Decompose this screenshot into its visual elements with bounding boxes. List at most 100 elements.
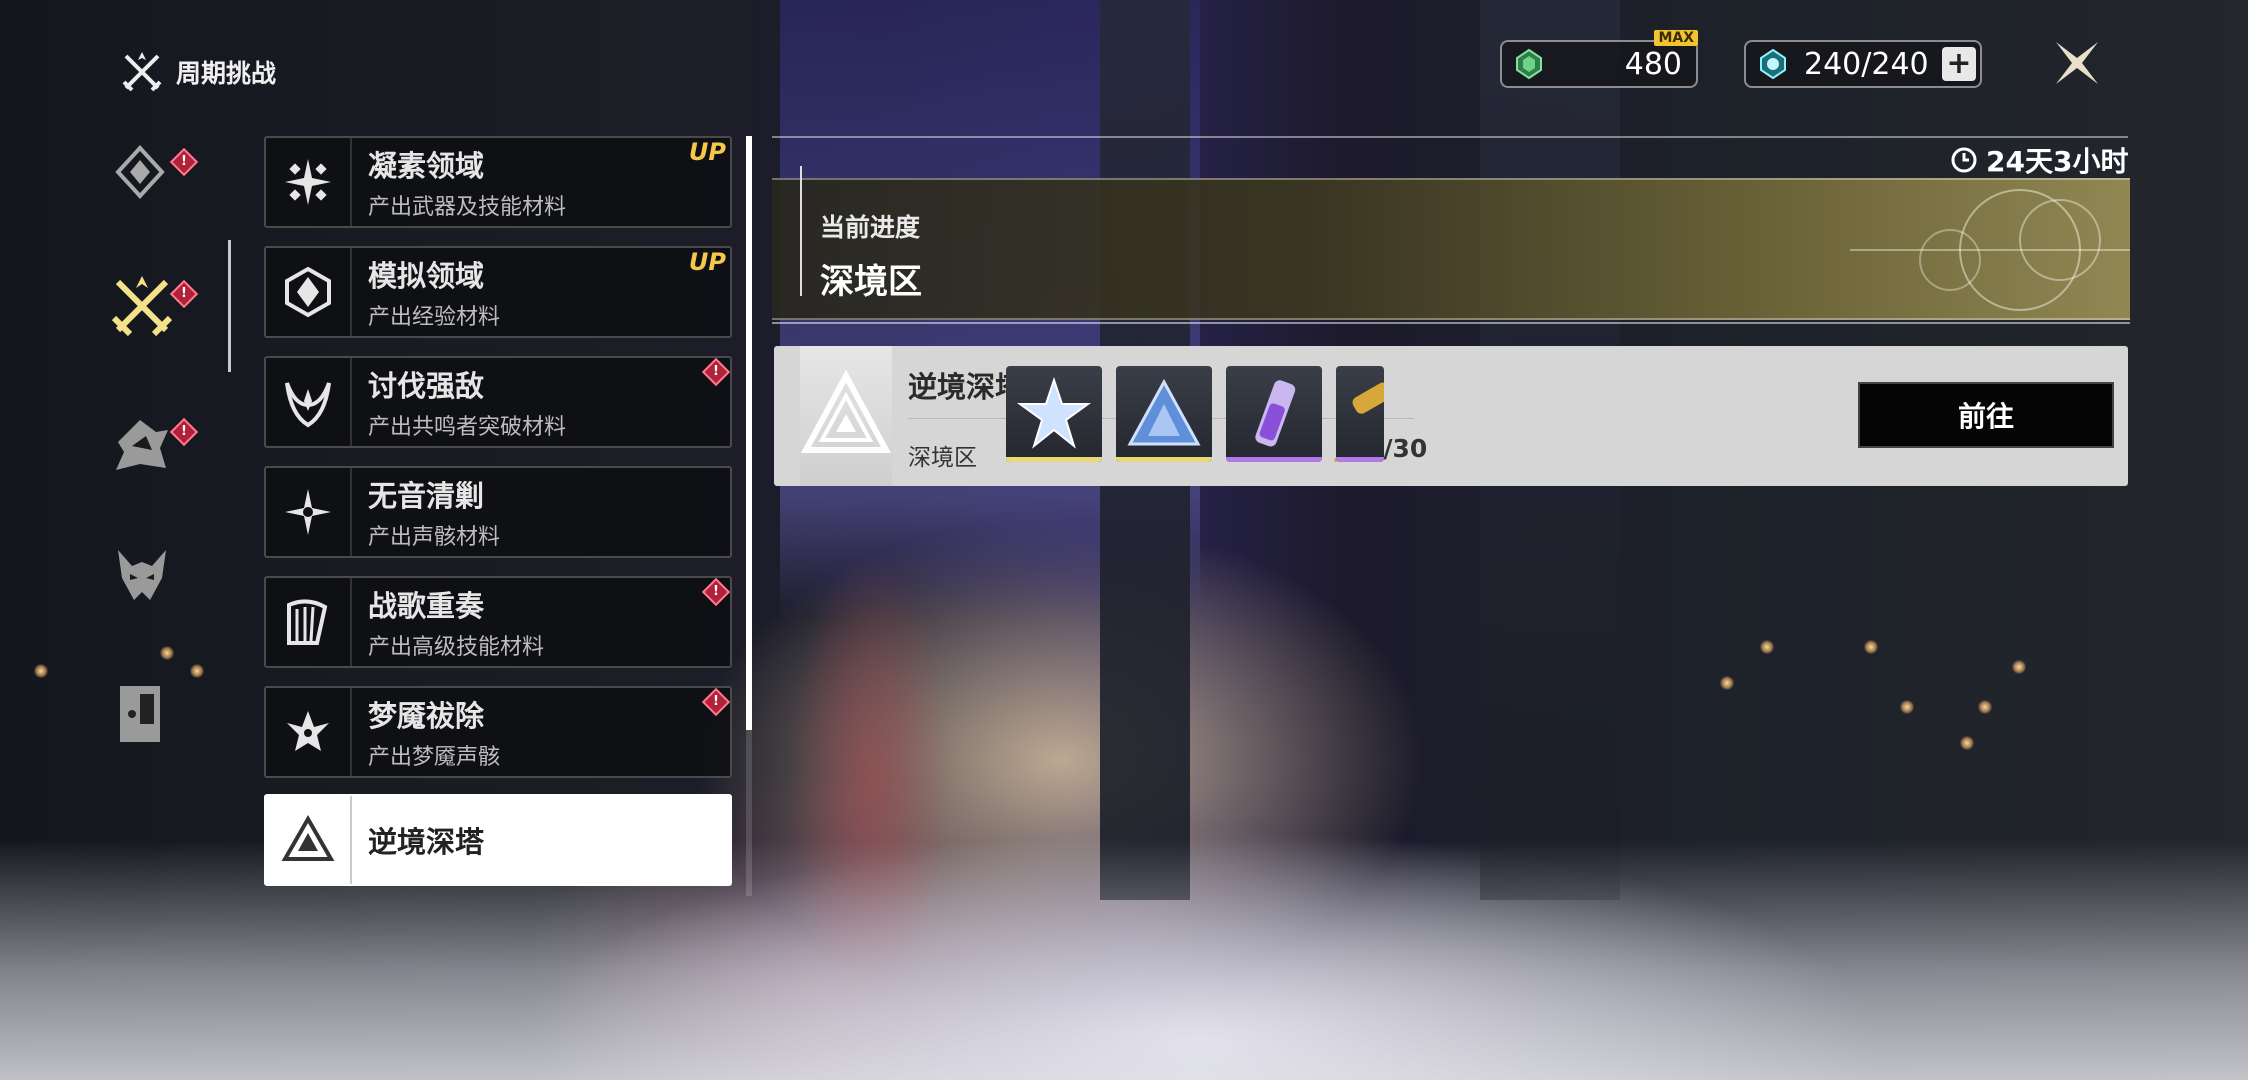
blue-pyramid-icon — [1127, 378, 1201, 446]
star-crystal-icon — [1016, 376, 1092, 449]
screen: 周期挑战 480 MAX 240/240 + ! ! ! 凝素领域 产出武器及技… — [0, 0, 2248, 1080]
reward-item[interactable] — [1116, 366, 1212, 462]
close-star-icon[interactable] — [2050, 36, 2104, 90]
background-candle — [1978, 700, 1992, 714]
category-desc: 产出经验材料 — [368, 305, 501, 330]
rail-item-boss[interactable]: ! — [110, 412, 199, 478]
max-badge: MAX — [1654, 30, 1698, 46]
rail-item-nightmare[interactable] — [110, 544, 176, 610]
background-candle — [1900, 700, 1914, 714]
triangle-tower-icon — [281, 814, 335, 861]
add-waveplate-button[interactable]: + — [1942, 47, 1976, 81]
alert-badge: ! — [169, 147, 199, 177]
rail-item-door[interactable] — [110, 680, 176, 746]
background-candle — [34, 664, 48, 678]
rail-item-challenge[interactable]: ! — [110, 274, 199, 340]
category-item-battle-song[interactable]: 战歌重奏 产出高级技能材料 ! — [264, 576, 732, 668]
category-item-boss[interactable]: 讨伐强敌 产出共鸣者突破材料 ! — [264, 356, 732, 448]
hex-emblem-icon — [285, 266, 331, 318]
progress-label: 当前进度 — [820, 213, 921, 242]
panel-divider — [772, 136, 2128, 138]
cyan-gem-icon — [1760, 48, 1786, 80]
alert-badge: ! — [701, 687, 731, 717]
category-icon-cell — [266, 578, 352, 666]
alert-badge: ! — [701, 357, 731, 387]
background-candle — [1720, 676, 1734, 690]
horned-crest-icon — [285, 382, 331, 428]
background-candle — [1960, 736, 1974, 750]
scrollbar-thumb[interactable] — [746, 136, 752, 730]
category-name: 模拟领域 — [368, 259, 485, 293]
diamond-emblem-icon — [115, 145, 165, 199]
rarity-bar — [1226, 457, 1322, 462]
category-icon-cell — [266, 468, 352, 556]
purple-tube-icon — [1255, 380, 1296, 447]
shield-crest-icon — [116, 420, 168, 470]
gold-tube-icon — [1352, 382, 1384, 414]
door-icon — [120, 686, 160, 742]
rail-item-weekly[interactable]: ! — [110, 142, 199, 208]
reset-timer: 24天3小时 — [1950, 140, 2128, 180]
category-desc: 产出梦魇声骸 — [368, 745, 501, 770]
crossed-swords-icon — [111, 276, 173, 337]
category-item-nightmare[interactable]: 梦魇祓除 产出梦魇声骸 ! — [264, 686, 732, 778]
rarity-bar — [1006, 457, 1102, 462]
tower-area: 深境区 — [908, 445, 977, 471]
category-desc: 产出武器及技能材料 — [368, 195, 567, 220]
reward-item[interactable] — [1226, 366, 1322, 462]
category-icon-cell — [266, 796, 352, 884]
category-item-echo[interactable]: 无音清剿 产出声骸材料 — [264, 466, 732, 558]
nightmare-claw-icon — [287, 711, 329, 751]
category-icon-cell — [266, 138, 352, 226]
rail-active-indicator — [228, 240, 231, 372]
background-candle — [160, 646, 174, 660]
banner-accent-line — [800, 166, 802, 296]
plus-icon: + — [1946, 46, 1972, 81]
category-name: 无音清剿 — [368, 479, 485, 513]
category-icon-cell — [266, 358, 352, 446]
triangle-tower-icon — [800, 369, 892, 453]
demon-mask-icon — [118, 550, 166, 600]
progress-value: 深境区 — [820, 262, 922, 302]
background-candle — [1760, 640, 1774, 654]
alert-badge: ! — [169, 279, 199, 309]
up-tag: UP — [688, 248, 726, 276]
background-candle — [1864, 640, 1878, 654]
tower-card[interactable]: 逆境深塔 深境区 0/30 前往 — [774, 346, 2128, 486]
timer-text: 24天3小时 — [1986, 145, 2129, 178]
clock-icon — [1951, 147, 1977, 173]
harp-icon — [287, 599, 328, 645]
reward-item[interactable] — [1336, 366, 1384, 462]
go-button[interactable]: 前往 — [1858, 382, 2114, 448]
category-desc: 产出高级技能材料 — [368, 635, 545, 660]
banner-divider — [772, 322, 2130, 324]
waveplate-value: 240/240 — [1804, 46, 1929, 82]
crystal-resource[interactable]: 480 MAX — [1500, 30, 1698, 88]
page-header: 周期挑战 — [118, 48, 276, 96]
alert-badge: ! — [701, 577, 731, 607]
crystal-value: 480 — [1624, 46, 1682, 82]
banner-ornament — [1850, 189, 2130, 311]
tower-icon-cell — [800, 346, 892, 486]
cross-diamond-icon — [285, 159, 331, 205]
reward-item[interactable] — [1006, 366, 1102, 462]
page-title: 周期挑战 — [176, 59, 277, 88]
category-item-simulation[interactable]: 模拟领域 产出经验材料 UP — [264, 246, 732, 338]
category-icon-cell — [266, 688, 352, 776]
category-desc: 产出声骸材料 — [368, 525, 501, 550]
crossed-swords-icon — [122, 52, 162, 92]
progress-banner: 当前进度 深境区 — [772, 166, 2130, 320]
category-name: 梦魇祓除 — [368, 699, 485, 733]
rarity-bar — [1116, 457, 1212, 462]
category-name: 凝素领域 — [368, 149, 485, 183]
category-item-tower[interactable]: 逆境深塔 — [264, 794, 732, 886]
category-name: 战歌重奏 — [368, 589, 485, 623]
category-desc: 产出共鸣者突破材料 — [368, 415, 567, 440]
spark-star-icon — [285, 489, 331, 535]
category-list-scrollbar[interactable] — [746, 136, 752, 896]
category-item-forgery[interactable]: 凝素领域 产出武器及技能材料 UP — [264, 136, 732, 228]
rarity-bar — [1336, 457, 1384, 462]
category-icon-cell — [266, 248, 352, 336]
category-name: 逆境深塔 — [368, 825, 485, 859]
waveplate-resource[interactable]: 240/240 + — [1744, 40, 1982, 88]
